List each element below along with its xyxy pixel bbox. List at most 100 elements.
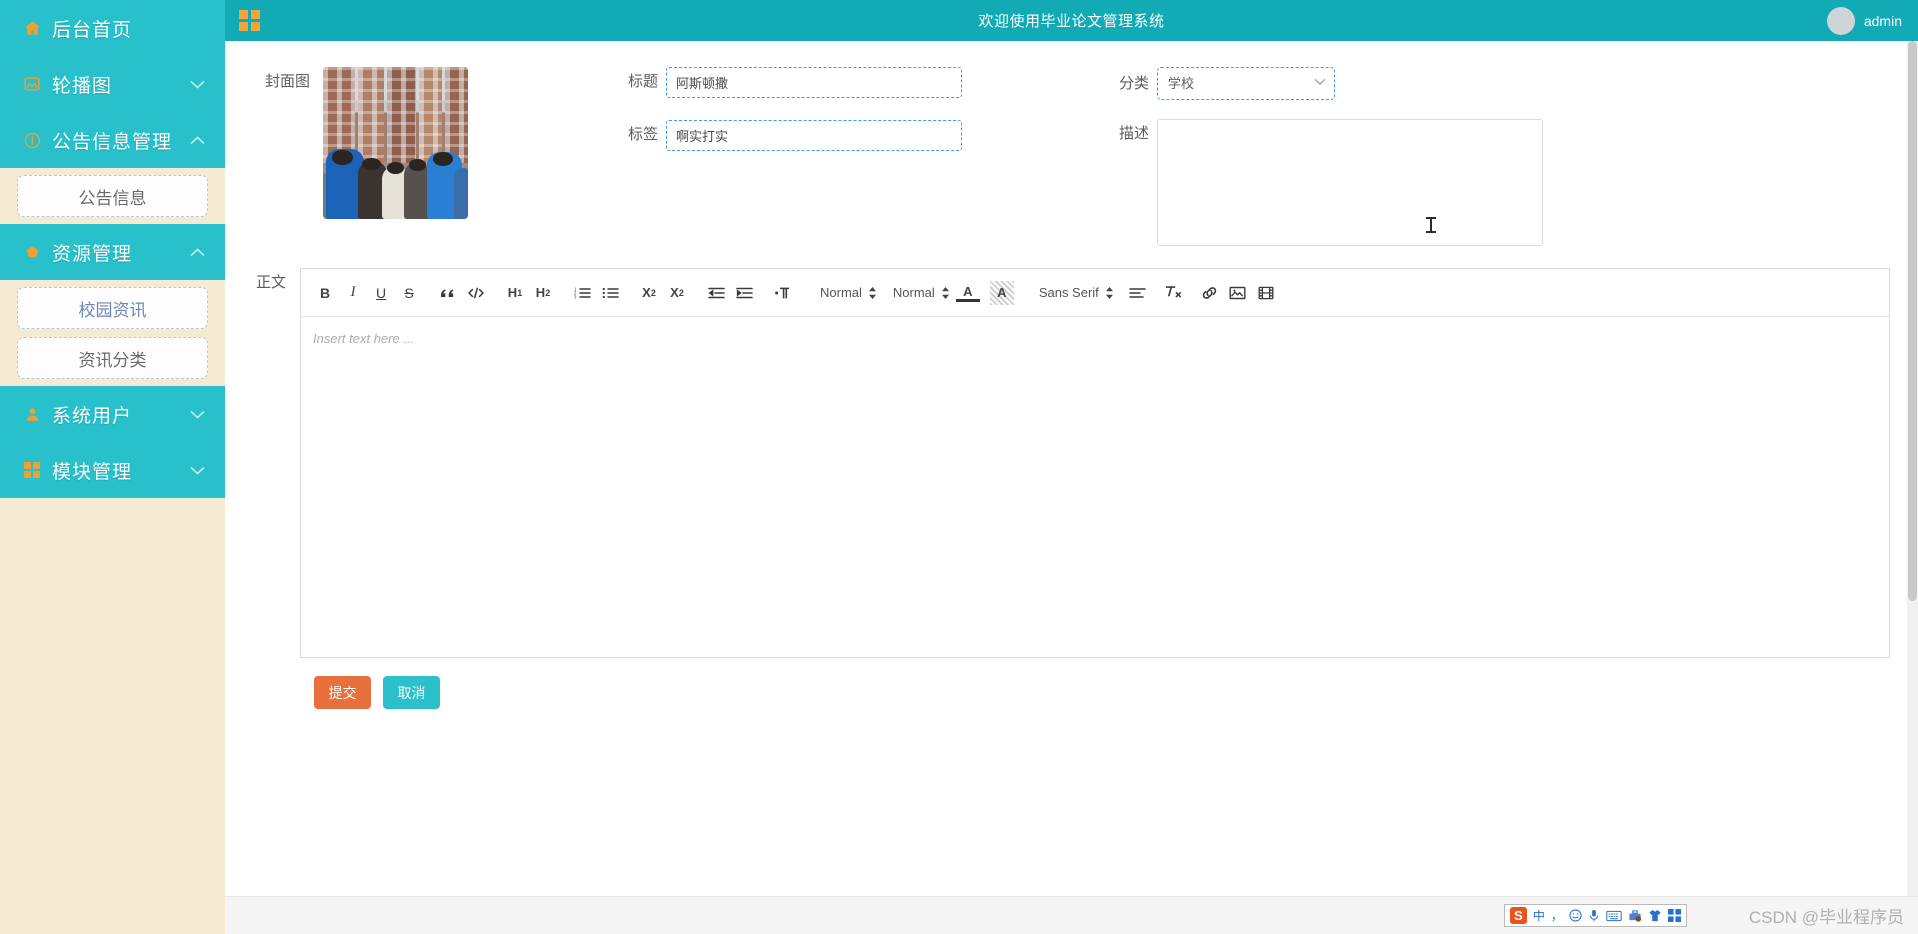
size-picker[interactable]: Normal (812, 285, 877, 300)
skin-icon[interactable] (1648, 909, 1662, 922)
sogou-ime-toolbar[interactable]: S 中 ， (1503, 904, 1687, 927)
mic-icon[interactable] (1588, 909, 1600, 922)
avatar (1826, 6, 1855, 35)
sidebar-item-label: 公告信息管理 (52, 131, 173, 153)
cancel-button[interactable]: 取消 (383, 676, 440, 709)
home-icon (22, 18, 42, 38)
vertical-scrollbar[interactable] (1907, 41, 1918, 896)
ime-punctuation-icon[interactable]: ， (1551, 910, 1563, 922)
bold-button[interactable]: B (313, 281, 337, 305)
updown-caret-icon (868, 286, 877, 300)
indent-icon[interactable] (732, 281, 756, 305)
editor-toolbar: B I U S H1 H2 1 2 3 X 2 X 2 Normal Norma… (301, 269, 1889, 317)
editor-row: 正文 B I U S H 1 H 2 1 2 3 X 2 X 2 Normal … (253, 268, 1890, 658)
sidebar-item-system-user[interactable]: 系统用户 (0, 386, 225, 442)
clear-format-icon[interactable] (1161, 281, 1185, 305)
submenu-notice: 公告信息 (0, 168, 225, 224)
text-color-icon[interactable]: A (955, 283, 980, 302)
tag-input[interactable] (666, 120, 962, 151)
code-icon[interactable] (464, 281, 488, 305)
sogou-logo-icon[interactable]: S (1509, 907, 1527, 924)
text-cursor (1426, 217, 1436, 233)
strikethrough-button[interactable]: S (397, 281, 421, 305)
submenu-resource: 校园资讯 资讯分类 (0, 280, 225, 386)
superscript-button[interactable]: X2 (665, 281, 689, 305)
underline-button[interactable]: U (369, 281, 393, 305)
user-menu[interactable]: admin (1826, 6, 1902, 35)
description-label: 描述 (1119, 125, 1150, 142)
sidebar-item-home[interactable]: 后台首页 (0, 0, 225, 56)
emoji-icon[interactable] (1569, 909, 1582, 922)
toolbox-icon[interactable] (1628, 909, 1642, 922)
title-input[interactable] (666, 67, 962, 98)
updown-caret-icon (1105, 286, 1114, 300)
italic-button[interactable]: I (341, 281, 365, 305)
form-row-primary: 封面图 标题 阿斯顿撒 标签 啊实打实 分类 学校 描述 (253, 67, 1890, 246)
background-color-icon[interactable]: A (989, 280, 1014, 305)
sidebar-item-notice-manage[interactable]: 公告信息管理 (0, 112, 225, 168)
sidebar-item-label: 模块管理 (52, 461, 133, 483)
editor-body[interactable]: Insert text here ... (301, 317, 1889, 657)
sidebar-subitem-notice-info[interactable]: 公告信息 (17, 175, 208, 217)
sidebar-subitem-campus-news[interactable]: 校园资讯 (17, 287, 208, 329)
link-icon[interactable] (1198, 281, 1222, 305)
user-icon (22, 404, 42, 424)
header-picker[interactable]: Normal (885, 285, 950, 300)
sidebar-subitem-label: 公告信息 (78, 188, 147, 208)
text-direction-icon[interactable] (771, 281, 795, 305)
category-select[interactable]: 学校 (1157, 67, 1335, 100)
category-label: 分类 (1119, 75, 1150, 92)
category-desc-column: 分类 学校 描述 (1119, 67, 1543, 246)
pentagon-icon (22, 242, 42, 262)
submit-button[interactable]: 提交 (314, 676, 371, 709)
form-actions: 提交 取消 (253, 676, 1890, 709)
ordered-list-icon[interactable]: 123 (570, 281, 594, 305)
apps-icon[interactable] (1667, 909, 1681, 922)
cover-field: 封面图 (253, 67, 468, 219)
sidebar-item-label: 资源管理 (52, 243, 133, 265)
font-value: Sans Serif (1038, 285, 1099, 300)
ime-mode-chinese[interactable]: 中 (1533, 910, 1545, 922)
h1-button[interactable]: H1 (503, 281, 527, 305)
content-area: 封面图 标题 阿斯顿撒 标签 啊实打实 分类 学校 描述 正文 B I U S … (225, 41, 1918, 934)
grid-squares-icon[interactable] (239, 10, 260, 31)
align-icon[interactable] (1126, 281, 1150, 305)
username-label: admin (1863, 12, 1902, 29)
description-field: 描述 (1119, 119, 1543, 246)
main-area: 欢迎使用毕业论文管理系统 admin 封面图 标题 阿斯顿撒 标签 啊实打实 分… (225, 0, 1918, 934)
bullet-list-icon[interactable] (598, 281, 622, 305)
sidebar-item-resource-manage[interactable]: 资源管理 (0, 224, 225, 280)
sidebar-item-carousel[interactable]: 轮播图 (0, 56, 225, 112)
image-icon (22, 74, 42, 94)
video-icon[interactable] (1254, 281, 1278, 305)
font-picker[interactable]: Sans Serif (1031, 285, 1114, 300)
updown-caret-icon (941, 286, 950, 300)
grid-icon (22, 460, 42, 480)
chevron-down-icon (189, 76, 205, 92)
page-title: 欢迎使用毕业论文管理系统 (978, 13, 1165, 30)
keyboard-icon[interactable] (1606, 910, 1622, 922)
sidebar-item-label: 系统用户 (52, 405, 133, 427)
nav-group-module: 模块管理 (0, 442, 225, 498)
sidebar-item-module-manage[interactable]: 模块管理 (0, 442, 225, 498)
image-icon[interactable] (1226, 281, 1250, 305)
nav-group-resource: 资源管理 (0, 224, 225, 280)
nav-group-home: 后台首页 (0, 0, 225, 56)
cover-label: 封面图 (264, 73, 310, 90)
outdent-icon[interactable] (704, 281, 728, 305)
sidebar-subitem-news-category[interactable]: 资讯分类 (17, 337, 208, 379)
info-circle-icon (22, 130, 42, 150)
sidebar: 后台首页 轮播图 公告信息管理 公告信息 资源管理 校园资讯 资讯分类 系统用户… (0, 0, 225, 934)
sidebar-item-label: 轮播图 (52, 75, 113, 97)
scrollbar-thumb[interactable] (1908, 41, 1917, 601)
chevron-down-icon (189, 406, 205, 422)
status-bar: S 中 ， CSDN @毕业程序员 (225, 896, 1918, 934)
subscript-button[interactable]: X2 (637, 281, 661, 305)
cover-image[interactable] (323, 67, 468, 219)
blockquote-icon[interactable] (436, 281, 460, 305)
tag-label: 标签 (628, 126, 659, 143)
h2-button[interactable]: H2 (531, 281, 555, 305)
title-label: 标题 (628, 73, 659, 90)
description-textarea[interactable] (1157, 119, 1543, 246)
sidebar-subitem-label: 资讯分类 (78, 350, 147, 370)
